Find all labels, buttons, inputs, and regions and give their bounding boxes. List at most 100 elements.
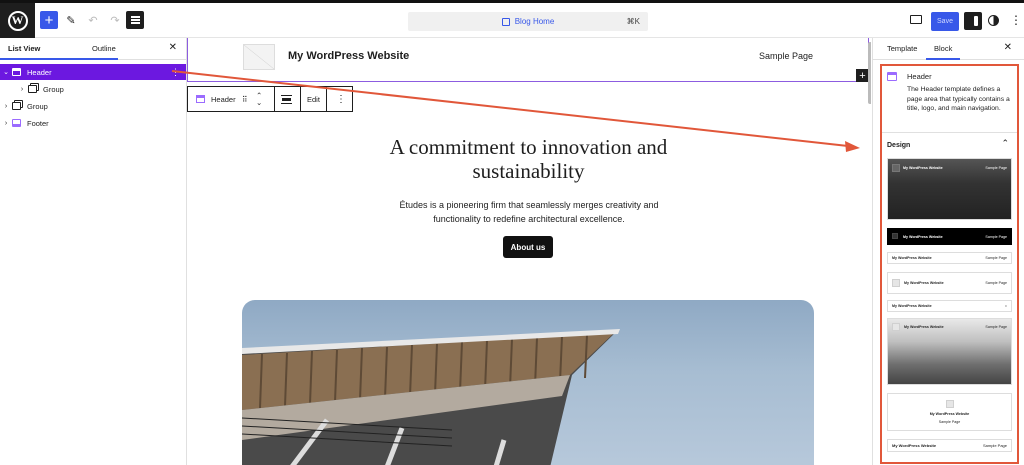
pattern-preview[interactable]: My WordPress Website Sample Page: [887, 393, 1012, 431]
nav-link-sample-page[interactable]: Sample Page: [759, 51, 813, 61]
preview-page: Sample Page: [985, 166, 1007, 170]
preview-page: Sample Page: [985, 256, 1007, 260]
block-switcher[interactable]: Header: [196, 87, 236, 111]
building-illustration: [242, 329, 620, 465]
footer-icon: [12, 119, 21, 127]
command-palette[interactable]: Blog Home ⌘K: [408, 12, 648, 31]
preview-page: Sample Page: [982, 443, 1007, 448]
group-icon: [12, 102, 21, 110]
preview-page: Sample Page: [938, 420, 961, 424]
pencil-icon[interactable]: ✎: [62, 11, 80, 29]
close-icon[interactable]: ✕: [1004, 42, 1012, 53]
align-button[interactable]: [281, 87, 292, 111]
toolbar-divider: [274, 87, 275, 111]
site-title[interactable]: My WordPress Website: [288, 50, 409, 62]
preview-title: My WordPress Website: [904, 281, 944, 285]
edit-button[interactable]: Edit: [307, 87, 320, 111]
logo-placeholder: [892, 323, 900, 331]
logo-placeholder: [892, 279, 900, 287]
chevron-up-icon[interactable]: ⌃: [1001, 138, 1009, 149]
more-options-icon[interactable]: ⋮: [336, 87, 346, 111]
command-title: Blog Home: [514, 17, 555, 26]
undo-icon[interactable]: ↶: [84, 11, 102, 29]
toolbar-divider: [326, 87, 327, 111]
list-item-footer[interactable]: › Footer: [0, 115, 186, 131]
pattern-preview[interactable]: My WordPress Website Sample Page: [887, 272, 1012, 294]
editor-canvas[interactable]: My WordPress Website Sample Page + Heade…: [187, 38, 871, 465]
save-button[interactable]: Save: [931, 12, 959, 31]
settings-sidebar: Template Block ✕ Header The Header templ…: [872, 38, 1024, 465]
preview-page: Sample Page: [985, 325, 1007, 329]
move-arrows[interactable]: ⌃ ⌄: [256, 87, 262, 111]
more-icon[interactable]: ⋮: [1010, 14, 1022, 26]
preview-title: My WordPress Website: [903, 235, 943, 239]
block-inspector: Header The Header template defines a pag…: [880, 64, 1019, 464]
group-icon: [28, 85, 37, 93]
preview-title: My WordPress Website: [892, 304, 932, 308]
list-view-panel: List View Outline ✕ ⌄ Header ⋮ › Group ›…: [0, 38, 187, 465]
pattern-preview[interactable]: My WordPress Website =: [887, 300, 1012, 312]
tab-outline[interactable]: Outline: [92, 44, 116, 53]
header-icon: [196, 95, 205, 103]
drag-handle-icon[interactable]: ⠿: [242, 87, 247, 111]
logo-placeholder: [892, 233, 898, 239]
top-toolbar: W + ✎ ↶ ↷ Blog Home ⌘K Save ⋮: [0, 0, 1024, 38]
preview-page: Sample Page: [985, 235, 1007, 239]
block-toolbar: Header ⠿ ⌃ ⌄ Edit ⋮: [187, 86, 353, 112]
tab-block[interactable]: Block: [925, 44, 961, 60]
pattern-preview[interactable]: My WordPress Website Sample Page: [887, 439, 1012, 452]
align-icon: [281, 94, 292, 104]
pattern-preview[interactable]: My WordPress Website Sample Page: [887, 252, 1012, 264]
options-icon[interactable]: ⋮: [171, 67, 180, 78]
logo-placeholder: [946, 400, 954, 408]
scrollbar[interactable]: [868, 42, 871, 104]
preview-title: My WordPress Website: [929, 412, 970, 416]
list-item-label: Header: [27, 67, 52, 77]
hero-heading[interactable]: A commitment to innovation and sustainab…: [337, 135, 720, 183]
toolbar-divider: [300, 87, 301, 111]
preview-page: =: [1004, 304, 1007, 308]
hero-paragraph[interactable]: Études is a pioneering firm that seamles…: [385, 198, 673, 226]
chevron-right-icon[interactable]: ›: [0, 120, 12, 127]
tab-template[interactable]: Template: [887, 44, 917, 53]
header-block[interactable]: My WordPress Website Sample Page: [187, 38, 869, 82]
pattern-preview[interactable]: My WordPress Website Sample Page: [887, 228, 1012, 245]
block-description: The Header template defines a page area …: [907, 86, 1010, 112]
header-icon: [12, 68, 21, 76]
pattern-preview[interactable]: My WordPress Website Sample Page: [887, 318, 1012, 385]
settings-icon[interactable]: [964, 12, 982, 30]
document-overview-icon[interactable]: [126, 11, 144, 29]
pattern-preview[interactable]: My WordPress Website Sample Page: [887, 158, 1012, 220]
list-item-label: Footer: [27, 118, 49, 128]
about-us-button[interactable]: About us: [503, 236, 553, 258]
block-title: Header: [907, 72, 932, 81]
left-tabs: List View Outline ✕: [0, 38, 186, 60]
chevron-down-icon[interactable]: ⌄: [0, 68, 12, 76]
template-icon: [501, 17, 510, 26]
styles-icon[interactable]: [988, 15, 999, 26]
list-item-header[interactable]: ⌄ Header ⋮: [0, 64, 186, 80]
plus-icon[interactable]: +: [40, 11, 58, 29]
preview-title: My WordPress Website: [892, 443, 937, 448]
redo-icon[interactable]: ↷: [106, 11, 124, 29]
right-tabs: Template Block ✕: [873, 38, 1024, 60]
preview-title: My WordPress Website: [904, 325, 944, 329]
desktop-icon[interactable]: [910, 15, 922, 24]
wordpress-logo-icon[interactable]: W: [0, 3, 35, 38]
command-shortcut: ⌘K: [626, 17, 640, 26]
close-icon[interactable]: ✕: [169, 42, 177, 53]
header-icon: [887, 72, 897, 81]
divider: [882, 132, 1017, 133]
chevron-right-icon[interactable]: ›: [16, 86, 28, 93]
list-item-label: Group: [43, 84, 64, 94]
tab-list-view[interactable]: List View: [0, 44, 120, 60]
design-panel-title[interactable]: Design: [887, 142, 910, 149]
list-item-group[interactable]: › Group: [0, 98, 186, 114]
block-name: Header: [211, 94, 236, 104]
hero-image[interactable]: [242, 300, 814, 465]
list-item-group[interactable]: › Group: [0, 81, 186, 97]
site-logo-placeholder[interactable]: [243, 44, 275, 70]
preview-title: My WordPress Website: [903, 166, 943, 170]
chevron-right-icon[interactable]: ›: [0, 103, 12, 110]
chevron-down-icon[interactable]: ⌄: [256, 99, 262, 107]
